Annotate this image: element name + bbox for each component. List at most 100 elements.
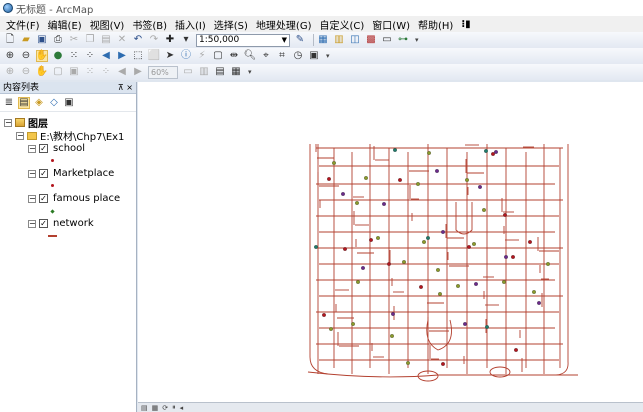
collapse-icon[interactable]: −	[28, 194, 36, 203]
layout-forward-icon[interactable]: ▶	[132, 66, 144, 78]
layer-visibility-checkbox[interactable]: ✓	[39, 194, 48, 203]
go-back-icon[interactable]: ◀	[100, 50, 112, 62]
select-features-icon[interactable]: ⬚	[132, 50, 144, 62]
identify-icon[interactable]: ⓘ	[180, 50, 192, 62]
data-view-icon[interactable]: ▦	[152, 404, 159, 412]
zoom-in-icon[interactable]: ⊕	[4, 50, 16, 62]
menu-help[interactable]: 帮助(H)	[418, 17, 453, 32]
hyperlink-icon[interactable]: ⚡	[196, 50, 208, 62]
arctoolbox-icon[interactable]: ▩	[365, 34, 377, 46]
menu-selection[interactable]: 选择(S)	[214, 17, 248, 32]
focus-data-frame-icon[interactable]: ▥	[198, 66, 210, 78]
find-route-icon[interactable]: ⌖	[260, 50, 272, 62]
new-icon[interactable]: 🗋	[4, 34, 16, 46]
python-window-icon[interactable]: ▭	[381, 34, 393, 46]
layout-zoom-in-icon[interactable]: ⊕	[4, 66, 16, 78]
layer-item-network[interactable]: − ✓ network	[28, 218, 94, 229]
search-window-icon[interactable]: ◫	[349, 34, 361, 46]
map-display[interactable]	[138, 82, 643, 402]
select-elements-icon[interactable]: ➤	[164, 50, 176, 62]
pause-drawing-icon[interactable]: ⏸	[172, 403, 176, 412]
zoom-100-icon[interactable]: ▣	[68, 66, 80, 78]
map-view-bar: ▤ ▦ ⟳ ⏸ ◂	[138, 402, 643, 412]
menu-edit[interactable]: 编辑(E)	[48, 17, 82, 32]
pan-icon[interactable]: ✋	[36, 50, 48, 62]
layout-zoom-select[interactable]: 60%	[148, 65, 178, 79]
scroll-left-icon[interactable]: ◂	[180, 404, 184, 412]
undo-icon[interactable]: ↶	[132, 34, 144, 46]
menu-customize[interactable]: 自定义(C)	[320, 17, 365, 32]
layer-visibility-checkbox[interactable]: ✓	[39, 169, 48, 178]
menu-windows[interactable]: 窗口(W)	[372, 17, 410, 32]
list-by-visibility-icon[interactable]: ◈	[33, 97, 45, 109]
fixed-layout-zoom-out-icon[interactable]: ⁘	[100, 66, 112, 78]
full-extent-icon[interactable]: ●	[52, 50, 64, 62]
school-symbol[interactable]	[51, 159, 54, 162]
layer-item-marketplace[interactable]: − ✓ Marketplace	[28, 168, 114, 179]
go-forward-icon[interactable]: ▶	[116, 50, 128, 62]
tree-node-folder[interactable]: − E:\教材\Chp7\Ex1	[16, 128, 124, 143]
fixed-zoom-in-icon[interactable]: ⁙	[68, 50, 80, 62]
refresh-icon[interactable]: ⟳	[162, 404, 168, 412]
layer-visibility-checkbox[interactable]: ✓	[39, 144, 48, 153]
map-canvas[interactable]	[138, 82, 643, 402]
collapse-icon[interactable]: −	[16, 131, 24, 140]
print-icon[interactable]: ⎙	[52, 34, 64, 46]
zoom-whole-page-icon[interactable]: ▢	[52, 66, 64, 78]
menu-bookmarks[interactable]: 书签(B)	[132, 17, 167, 32]
go-to-xy-icon[interactable]: ⌗	[276, 50, 288, 62]
menu-view[interactable]: 视图(V)	[90, 17, 125, 32]
menu-insert[interactable]: 插入(I)	[175, 17, 206, 32]
paste-icon[interactable]: ▤	[100, 34, 112, 46]
add-data-dropdown-icon[interactable]: ▾	[180, 34, 192, 46]
collapse-icon[interactable]: −	[4, 118, 12, 127]
open-icon[interactable]: ▰	[20, 34, 32, 46]
find-icon[interactable]: 🔍︎	[244, 50, 257, 62]
measure-icon[interactable]: ⇹	[228, 50, 240, 62]
layer-item-school[interactable]: − ✓ school	[28, 143, 85, 154]
famous-place-symbol[interactable]	[50, 209, 55, 214]
table-of-contents-icon[interactable]: ▦	[317, 34, 329, 46]
viewer-window-icon[interactable]: ▣	[308, 50, 320, 62]
delete-icon[interactable]: ✕	[116, 34, 128, 46]
collapse-icon[interactable]: −	[28, 144, 36, 153]
save-icon[interactable]: ▣	[36, 34, 48, 46]
list-by-selection-icon[interactable]: ◇	[48, 97, 60, 109]
list-by-drawing-order-icon[interactable]: ≣	[3, 97, 15, 109]
collapse-icon[interactable]: −	[28, 219, 36, 228]
modelbuilder-icon[interactable]: ⊶	[397, 34, 409, 46]
html-popup-icon[interactable]: ▢	[212, 50, 224, 62]
toolbar-options-icon[interactable]: ▾	[415, 36, 419, 44]
fixed-layout-zoom-in-icon[interactable]: ⁙	[84, 66, 96, 78]
toc-header-buttons[interactable]: ⊼ ×	[118, 82, 133, 94]
menu-file[interactable]: 文件(F)	[6, 17, 40, 32]
marketplace-symbol[interactable]	[51, 184, 54, 187]
data-driven-pages-icon[interactable]: ▦	[230, 66, 242, 78]
layer-item-famous-place[interactable]: − ✓ famous place	[28, 193, 120, 204]
collapse-icon[interactable]: −	[28, 169, 36, 178]
copy-icon[interactable]: ❐	[84, 34, 96, 46]
toc-options-icon[interactable]: ▣	[63, 97, 75, 109]
change-layout-icon[interactable]: ▤	[214, 66, 226, 78]
list-by-source-icon[interactable]: ▤	[18, 96, 30, 109]
clear-selection-icon[interactable]: ⬜	[148, 50, 160, 62]
toggle-draft-mode-icon[interactable]: ▭	[182, 66, 194, 78]
layout-pan-icon[interactable]: ✋	[36, 66, 48, 78]
toolbar-options-icon[interactable]: ▾	[326, 52, 330, 60]
cut-icon[interactable]: ✂	[68, 34, 80, 46]
layer-visibility-checkbox[interactable]: ✓	[39, 219, 48, 228]
toolbar-options-icon[interactable]: ▾	[248, 68, 252, 76]
redo-icon[interactable]: ↷	[148, 34, 160, 46]
network-symbol[interactable]	[48, 235, 57, 237]
layout-back-icon[interactable]: ◀	[116, 66, 128, 78]
layout-zoom-out-icon[interactable]: ⊖	[20, 66, 32, 78]
menu-geoprocessing[interactable]: 地理处理(G)	[256, 17, 312, 32]
map-scale-select[interactable]: 1:50,000 ▼	[196, 33, 290, 47]
catalog-icon[interactable]: ▥	[333, 34, 345, 46]
layout-view-icon[interactable]: ▤	[141, 404, 148, 412]
zoom-out-icon[interactable]: ⊖	[20, 50, 32, 62]
fixed-zoom-out-icon[interactable]: ⁘	[84, 50, 96, 62]
time-slider-icon[interactable]: ◷	[292, 50, 304, 62]
editor-toolbar-icon[interactable]: ✎	[294, 34, 306, 46]
add-data-icon[interactable]: ✚	[164, 34, 176, 46]
